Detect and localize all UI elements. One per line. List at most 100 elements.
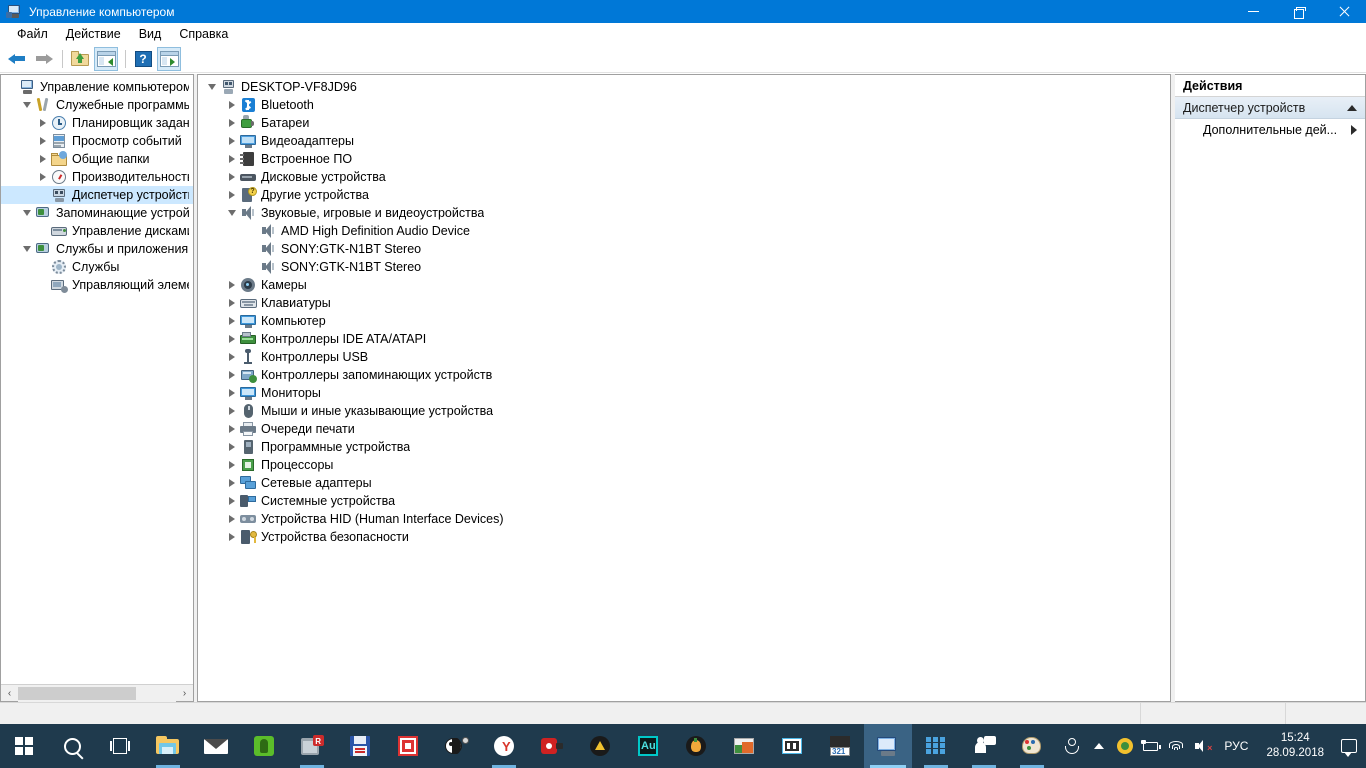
tree-twisty[interactable] — [35, 186, 51, 204]
scroll-left-button[interactable]: ‹ — [1, 685, 18, 702]
show-hide-tree-button[interactable] — [94, 46, 118, 71]
device-tree-item-12[interactable]: Клавиатуры — [198, 294, 1170, 312]
device-tree-item-17[interactable]: Мониторы — [198, 384, 1170, 402]
chevron-right-icon[interactable] — [229, 281, 235, 289]
tree-twisty[interactable] — [244, 258, 260, 276]
chevron-right-icon[interactable] — [229, 497, 235, 505]
device-tree-item-4[interactable]: Встроенное ПО — [198, 150, 1170, 168]
show-hidden-icons-button[interactable] — [1086, 724, 1112, 768]
people-tray-icon[interactable] — [1060, 724, 1086, 768]
device-tree-item-11[interactable]: Камеры — [198, 276, 1170, 294]
tree-twisty[interactable] — [224, 492, 240, 510]
device-tree-item-20[interactable]: Программные устройства — [198, 438, 1170, 456]
taskbar-app-mail[interactable] — [192, 724, 240, 768]
taskbar-app-yandex[interactable]: Y — [480, 724, 528, 768]
language-indicator[interactable]: РУС — [1216, 724, 1256, 768]
taskbar-app-aimp[interactable] — [576, 724, 624, 768]
close-button[interactable] — [1321, 0, 1366, 23]
tree-twisty[interactable] — [224, 528, 240, 546]
taskbar-app-audition[interactable]: Au — [624, 724, 672, 768]
tree-twisty[interactable] — [224, 132, 240, 150]
sidebar-item-2[interactable]: Планировщик заданий — [1, 114, 193, 132]
chevron-right-icon[interactable] — [229, 155, 235, 163]
device-tree-item-6[interactable]: ? Другие устройства — [198, 186, 1170, 204]
device-tree-item-2[interactable]: Батареи — [198, 114, 1170, 132]
tree-twisty[interactable] — [224, 330, 240, 348]
volume-tray-icon[interactable]: × — [1190, 724, 1216, 768]
start-button[interactable] — [0, 724, 48, 768]
device-tree-item-22[interactable]: Сетевые адаптеры — [198, 474, 1170, 492]
clock[interactable]: 15:24 28.09.2018 — [1256, 724, 1334, 768]
tree-twisty[interactable] — [224, 294, 240, 312]
tree-twisty[interactable] — [35, 150, 51, 168]
taskbar-app-red[interactable] — [384, 724, 432, 768]
chevron-down-icon[interactable] — [23, 246, 31, 252]
sidebar-item-0[interactable]: Управление компьютером (л — [1, 78, 193, 96]
scroll-thumb[interactable] — [18, 686, 136, 700]
tree-twisty[interactable] — [224, 276, 240, 294]
chevron-right-icon[interactable] — [229, 119, 235, 127]
device-tree[interactable]: DESKTOP-VF8JD96 Bluetooth Батареи Видеоадап… — [198, 78, 1170, 546]
taskbar-app-tiles[interactable] — [912, 724, 960, 768]
back-button[interactable] — [5, 47, 29, 71]
chevron-right-icon[interactable] — [40, 155, 46, 163]
action-center-button[interactable] — [1334, 724, 1364, 768]
tree-twisty[interactable] — [19, 240, 35, 258]
sidebar-item-6[interactable]: Диспетчер устройств — [1, 186, 193, 204]
sidebar-horizontal-scrollbar[interactable]: ‹ › — [1, 684, 193, 702]
chevron-down-icon[interactable] — [208, 84, 216, 90]
chevron-right-icon[interactable] — [229, 353, 235, 361]
tree-twisty[interactable] — [35, 276, 51, 294]
taskbar-app-camtasia[interactable] — [528, 724, 576, 768]
tree-twisty[interactable] — [224, 456, 240, 474]
tree-twisty[interactable] — [244, 222, 260, 240]
window-titlebar[interactable]: Управление компьютером — [0, 0, 1366, 23]
sidebar-item-7[interactable]: Запоминающие устройст — [1, 204, 193, 222]
tree-twisty[interactable] — [224, 168, 240, 186]
tree-twisty[interactable] — [224, 186, 240, 204]
chevron-right-icon[interactable] — [229, 533, 235, 541]
tree-twisty[interactable] — [35, 168, 51, 186]
chevron-right-icon[interactable] — [229, 137, 235, 145]
properties-button[interactable] — [157, 46, 181, 71]
tree-twisty[interactable] — [224, 114, 240, 132]
menu-view[interactable]: Вид — [130, 25, 171, 43]
menu-help[interactable]: Справка — [170, 25, 237, 43]
device-tree-item-14[interactable]: Контроллеры IDE ATA/ATAPI — [198, 330, 1170, 348]
chevron-up-icon[interactable] — [1347, 104, 1357, 111]
sidebar-item-8[interactable]: Управление дисками — [1, 222, 193, 240]
chevron-right-icon[interactable] — [229, 443, 235, 451]
search-button[interactable] — [48, 724, 96, 768]
sidebar-item-10[interactable]: Службы — [1, 258, 193, 276]
tree-twisty[interactable] — [224, 420, 240, 438]
tree-twisty[interactable] — [224, 510, 240, 528]
tree-twisty[interactable] — [19, 96, 35, 114]
taskbar-app-rstudio[interactable]: R — [288, 724, 336, 768]
sidebar-item-4[interactable]: Общие папки — [1, 150, 193, 168]
tree-twisty[interactable] — [35, 222, 51, 240]
tree-twisty[interactable] — [224, 150, 240, 168]
scroll-track[interactable] — [18, 684, 176, 702]
device-tree-item-7[interactable]: Звуковые, игровые и видеоустройства — [198, 204, 1170, 222]
battery-tray-icon[interactable] — [1138, 724, 1164, 768]
chevron-right-icon[interactable] — [229, 389, 235, 397]
tree-twisty[interactable] — [224, 312, 240, 330]
tree-twisty[interactable] — [224, 204, 240, 222]
tree-twisty[interactable] — [224, 96, 240, 114]
tree-twisty[interactable] — [204, 78, 220, 96]
sidebar-item-3[interactable]: Просмотр событий — [1, 132, 193, 150]
chevron-right-icon[interactable] — [229, 425, 235, 433]
chevron-down-icon[interactable] — [228, 210, 236, 216]
chevron-right-icon[interactable] — [229, 335, 235, 343]
menu-file[interactable]: Файл — [8, 25, 57, 43]
device-tree-item-15[interactable]: Контроллеры USB — [198, 348, 1170, 366]
sidebar-item-9[interactable]: Службы и приложения — [1, 240, 193, 258]
forward-button[interactable] — [31, 47, 55, 71]
up-one-level-button[interactable] — [68, 47, 92, 71]
network-tray-icon[interactable] — [1164, 724, 1190, 768]
chevron-right-icon[interactable] — [229, 371, 235, 379]
chevron-down-icon[interactable] — [23, 210, 31, 216]
tree-twisty[interactable] — [224, 474, 240, 492]
taskbar-app-mpc[interactable]: 321 — [816, 724, 864, 768]
sidebar-item-1[interactable]: Служебные программы — [1, 96, 193, 114]
